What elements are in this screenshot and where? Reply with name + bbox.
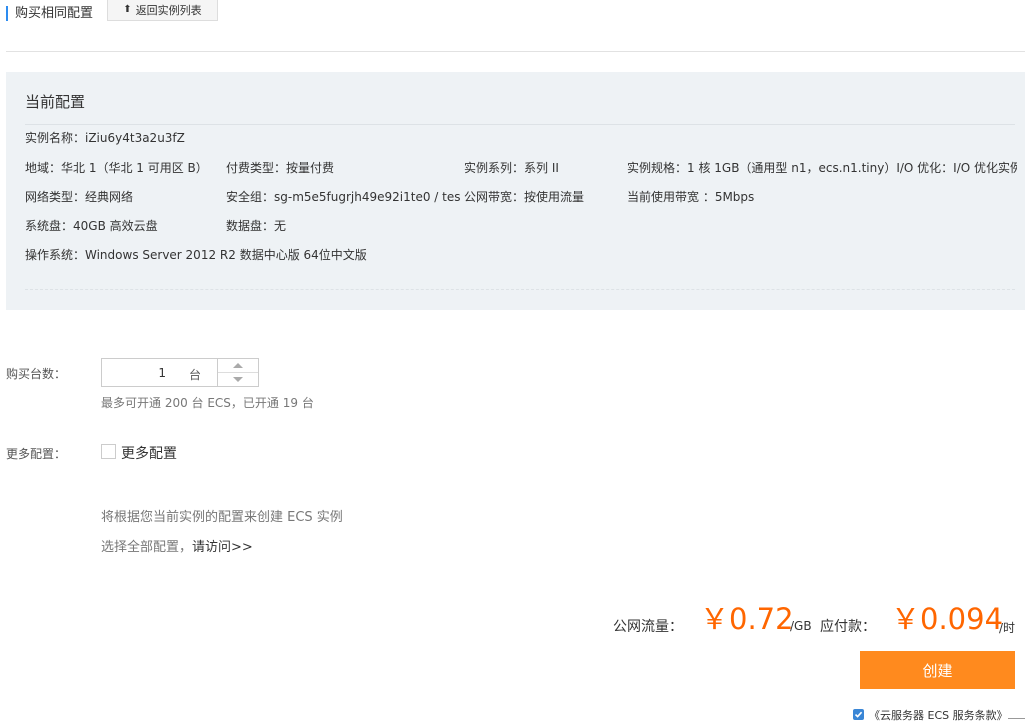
config-series: 实例系列：系列 II bbox=[464, 161, 559, 175]
config-system-disk: 系统盘：40GB 高效云盘 bbox=[25, 219, 158, 233]
traffic-price-unit: /GB bbox=[790, 619, 812, 633]
header-divider bbox=[6, 51, 1025, 52]
create-button[interactable]: 创建 bbox=[860, 651, 1015, 689]
check-icon bbox=[854, 711, 863, 718]
quantity-limit-hint: 最多可开通 200 台 ECS，已开通 19 台 bbox=[101, 396, 314, 410]
traffic-price-label: 公网流量： bbox=[613, 619, 683, 635]
config-os: 操作系统：Windows Server 2012 R2 数据中心版 64位中文版 bbox=[25, 248, 367, 262]
info-text-2-label: 选择全部配置， bbox=[101, 540, 193, 555]
back-button-label: 返回实例列表 bbox=[135, 4, 202, 17]
agreement-link[interactable]: 《云服务器 ECS 服务条款》 bbox=[869, 707, 1008, 723]
quantity-input[interactable]: 1 bbox=[140, 366, 166, 380]
config-billing: 付费类型：按量付费 bbox=[226, 161, 335, 175]
config-title-divider bbox=[25, 124, 1015, 125]
more-config-checkbox[interactable] bbox=[101, 444, 116, 459]
info-text: 将根据您当前实例的配置来创建 ECS 实例 bbox=[101, 510, 343, 525]
quantity-unit: 台 bbox=[189, 368, 202, 382]
agreement-underline bbox=[1008, 718, 1025, 719]
config-spec: 实例规格：1 核 1GB（通用型 n1，ecs.n1.tiny）I/O 优化：I… bbox=[627, 161, 1017, 175]
increment-button[interactable] bbox=[218, 359, 258, 372]
agreement-checkbox[interactable] bbox=[853, 709, 864, 720]
config-network: 网络类型：经典网络 bbox=[25, 190, 134, 204]
full-config-link[interactable]: 请访问>> bbox=[192, 540, 253, 555]
arrow-up-icon: ⬆ bbox=[123, 4, 132, 15]
config-bottom-divider bbox=[25, 289, 1015, 290]
page-title: 购买相同配置 bbox=[15, 6, 94, 21]
info-text-2: 选择全部配置，请访问>> bbox=[101, 536, 253, 555]
config-bandwidth-type: 公网带宽：按使用流量 bbox=[464, 190, 585, 204]
payable-unit: /时 bbox=[999, 621, 1016, 635]
decrement-button[interactable] bbox=[218, 373, 258, 386]
payable-label: 应付款： bbox=[820, 619, 876, 635]
traffic-price-value: ￥0.72 bbox=[700, 602, 794, 636]
more-config-checkbox-label[interactable]: 更多配置 bbox=[121, 443, 177, 463]
config-data-disk: 数据盘：无 bbox=[226, 219, 287, 233]
quantity-label: 购买台数： bbox=[6, 367, 67, 381]
caret-up-icon bbox=[233, 363, 243, 368]
config-security-group: 安全组：sg-m5e5fugrjh49e92i1te0 / test bbox=[226, 190, 460, 204]
config-current-bandwidth: 当前使用带宽 ：5Mbps bbox=[627, 190, 755, 204]
header-accent-bar bbox=[6, 6, 8, 21]
config-title: 当前配置 bbox=[25, 93, 86, 111]
caret-down-icon bbox=[233, 377, 243, 382]
config-region: 地域：华北 1（华北 1 可用区 B） bbox=[25, 161, 208, 175]
config-instance-name: 实例名称：iZiu6y4t3a2u3fZ bbox=[25, 131, 185, 145]
back-to-list-button[interactable]: ⬆ 返回实例列表 bbox=[107, 0, 218, 21]
more-config-label: 更多配置： bbox=[6, 447, 67, 461]
payable-value: ￥0.094 bbox=[891, 602, 1004, 636]
